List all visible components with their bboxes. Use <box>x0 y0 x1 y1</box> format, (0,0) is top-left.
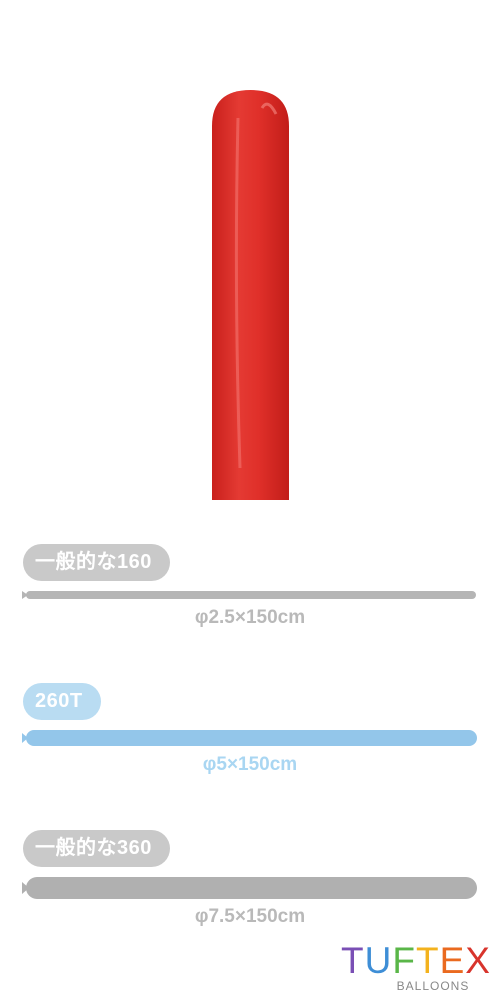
balloon-bar-360 <box>22 876 478 900</box>
size-dimension-360: φ7.5×150cm <box>194 906 306 927</box>
logo-letter: E <box>439 940 466 981</box>
size-label-160: 一般的な160 <box>23 544 170 581</box>
logo-subtitle: BALLOONS <box>396 979 470 993</box>
size-dimension-260t: φ5×150cm <box>202 754 298 775</box>
logo-letter: F <box>392 940 416 981</box>
size-dimension-160: φ2.5×150cm <box>194 607 306 628</box>
size-label-260t: 260T <box>23 683 101 720</box>
logo-wordmark: TUFTEX <box>341 940 490 981</box>
logo-letter: T <box>341 940 365 981</box>
logo-letter: X <box>465 940 491 981</box>
logo-letter: U <box>364 940 393 981</box>
tuftex-balloons-logo: TUFTEX BALLOONS <box>341 940 490 993</box>
red-balloon-image <box>212 88 289 500</box>
logo-letter: T <box>415 940 440 981</box>
size-label-360: 一般的な360 <box>23 830 170 867</box>
balloon-bar-260t <box>22 729 478 747</box>
balloon-bar-160 <box>22 589 478 601</box>
